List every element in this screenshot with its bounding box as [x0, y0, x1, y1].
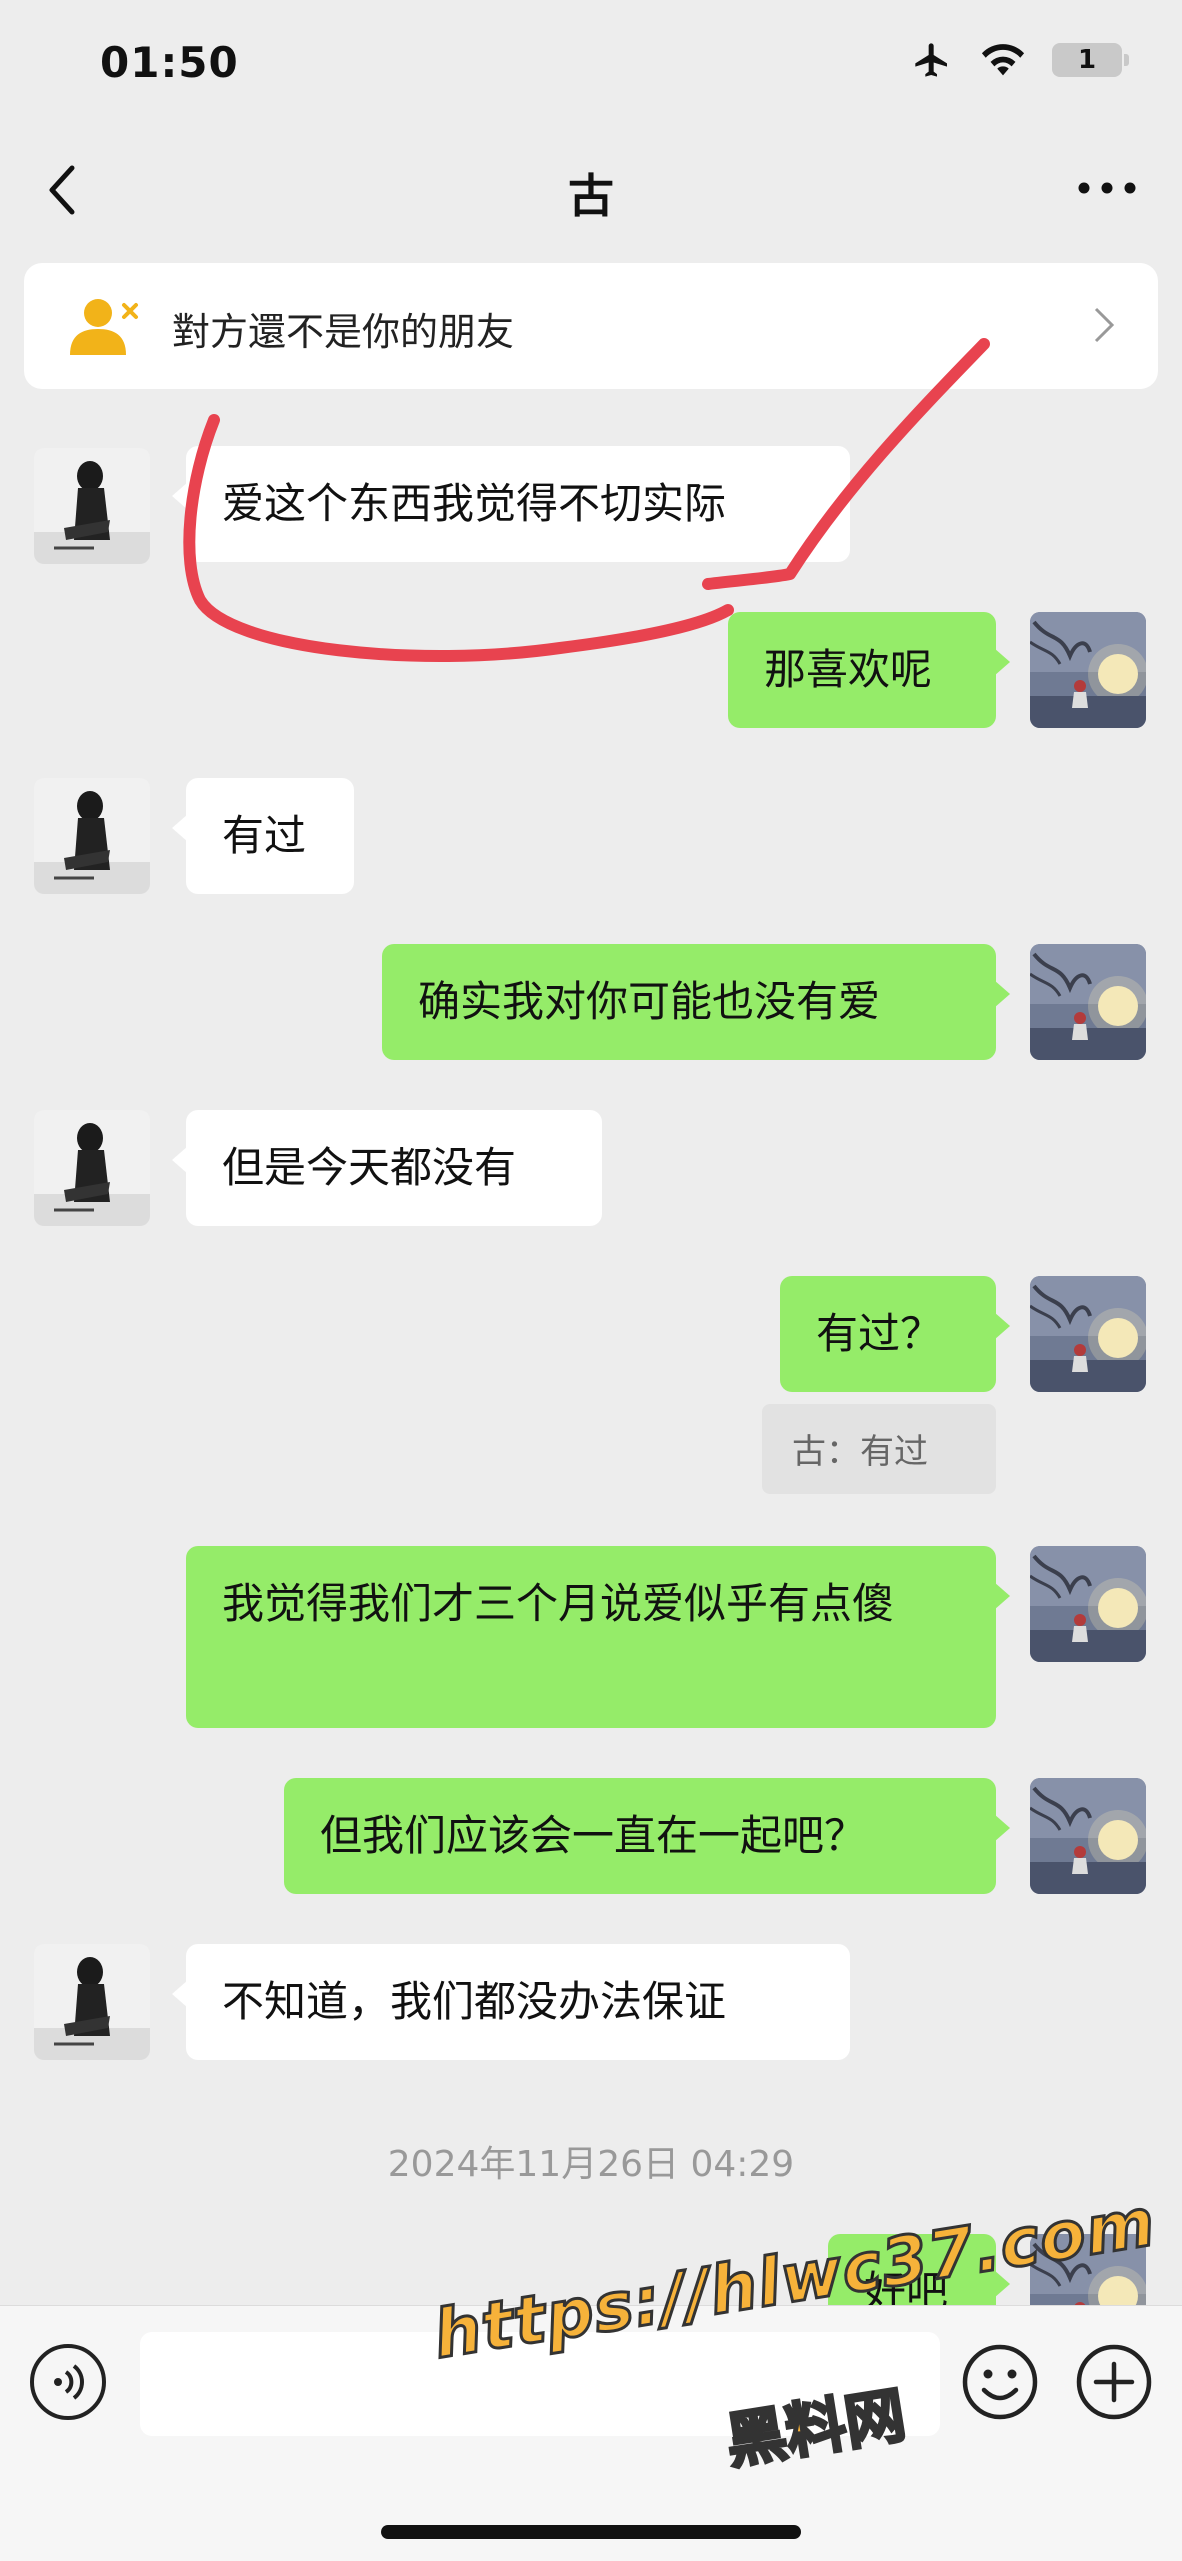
message-bubble-outgoing[interactable]: 有过？ [780, 1276, 1010, 1392]
my-avatar[interactable] [1030, 944, 1146, 1060]
message-bubble-outgoing[interactable]: 我觉得我们才三个月说爱似乎有点傻 [186, 1546, 1010, 1728]
contact-avatar[interactable] [34, 778, 150, 894]
voice-icon [54, 2364, 84, 2400]
home-indicator[interactable] [381, 2525, 801, 2539]
status-bar: 01:50 1 [0, 0, 1182, 130]
message-bubble-outgoing[interactable]: 但我们应该会一直在一起吧？ [284, 1778, 1010, 1894]
my-avatar[interactable] [1030, 1546, 1146, 1662]
contact-avatar[interactable] [34, 1110, 150, 1226]
user-not-friend-icon [70, 299, 138, 355]
my-avatar[interactable] [1030, 1778, 1146, 1894]
message-bubble-outgoing[interactable]: 确实我对你可能也没有爱 [382, 944, 1010, 1060]
quoted-message[interactable]: 古：有过 [762, 1404, 996, 1494]
airplane-icon [915, 43, 947, 77]
not-friend-banner[interactable]: 對方還不是你的朋友 [24, 263, 1158, 389]
my-avatar[interactable] [1030, 612, 1146, 728]
battery-icon: 1 [1052, 43, 1129, 77]
emoji-icon[interactable] [960, 2342, 1040, 2422]
chat-title: 古 [568, 169, 614, 223]
chevron-right-icon [1094, 307, 1115, 343]
status-time: 01:50 [100, 38, 239, 87]
message-bubble-outgoing[interactable]: 那喜欢呢 [728, 612, 1010, 728]
more-options-icon[interactable] [1072, 168, 1142, 208]
contact-avatar[interactable] [34, 1944, 150, 2060]
my-avatar[interactable] [1030, 1276, 1146, 1392]
message-timestamp: 2024年11月26日 04:29 [387, 2144, 795, 2185]
message-bubble-incoming[interactable]: 不知道，我们都没办法保证 [172, 1944, 850, 2060]
message-bubble-incoming[interactable]: 但是今天都没有 [172, 1110, 602, 1226]
message-bubble-incoming[interactable]: 有过 [172, 778, 354, 894]
chat-header: 古 [0, 140, 1182, 240]
voice-input-button[interactable] [30, 2344, 106, 2420]
status-icons: 1 [910, 40, 1129, 80]
banner-text: 對方還不是你的朋友 [172, 310, 515, 354]
contact-avatar[interactable] [34, 448, 150, 564]
message-bubble-incoming[interactable]: 爱这个东西我觉得不切实际 [172, 446, 850, 562]
wifi-icon [981, 44, 1025, 76]
add-attachment-icon[interactable] [1074, 2342, 1154, 2422]
